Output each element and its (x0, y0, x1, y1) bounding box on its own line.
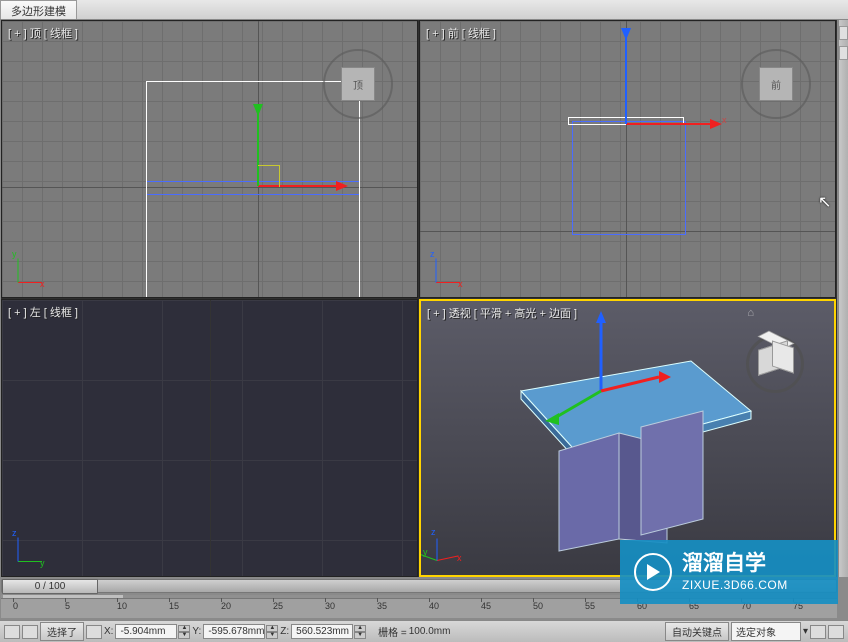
z-label: Z: (280, 626, 289, 637)
viewport-label[interactable]: [ + ] 前 [ 线框 ] (426, 25, 496, 41)
time-thumb[interactable]: 0 / 100 (2, 579, 98, 594)
tab-polymodel[interactable]: 多边形建模 (0, 0, 77, 19)
viewport-left[interactable]: [ + ] 左 [ 线框 ] y z (1, 299, 418, 577)
coord-z-spinner[interactable]: 560.523mm▲▼ (291, 624, 366, 639)
home-icon[interactable]: ⌂ (747, 307, 754, 319)
viewcube[interactable]: 前 (741, 49, 811, 119)
watermark: 溜溜自学 ZIXUE.3D66.COM (620, 540, 838, 604)
auto-key-button[interactable]: 自动关键点 (665, 622, 729, 641)
object-edge (572, 121, 686, 235)
viewport-front[interactable]: [ + ] 前 [ 线框 ] 前 x x z (419, 20, 836, 298)
lock-icon[interactable] (86, 625, 102, 639)
move-gizmo[interactable] (626, 124, 627, 125)
corner-axis: y z (14, 528, 52, 566)
status-bar: 选择了 X: -5.904mm▲▼ Y: -595.678mm▲▼ Z: 560… (0, 620, 848, 642)
grid-label: 栅格 = (378, 624, 407, 639)
coord-x-spinner[interactable]: -5.904mm▲▼ (115, 624, 190, 639)
selected-button[interactable]: 选择了 (40, 622, 84, 641)
move-gizmo[interactable] (258, 186, 259, 187)
axis-x-label: x (722, 115, 727, 125)
panel-icon[interactable] (839, 26, 848, 40)
play-prev-icon[interactable] (828, 625, 844, 639)
dropdown-icon[interactable]: ▾ (803, 626, 808, 637)
viewport-grid: [ + ] 顶 [ 线框 ] 顶 x y [ + ] 前 [ 线框 ] (1, 20, 837, 577)
x-label: X: (104, 626, 113, 637)
viewcube[interactable] (740, 329, 810, 399)
script-listener-icon[interactable] (4, 625, 20, 639)
viewport-top[interactable]: [ + ] 顶 [ 线框 ] 顶 x y (1, 20, 418, 298)
watermark-title: 溜溜自学 (682, 551, 788, 577)
viewport-label[interactable]: [ + ] 顶 [ 线框 ] (8, 25, 78, 41)
y-label: Y: (192, 626, 201, 637)
prompt-icon[interactable] (22, 625, 38, 639)
viewport-label[interactable]: [ + ] 左 [ 线框 ] (8, 304, 78, 320)
corner-axis: x y z (433, 527, 471, 565)
corner-axis: x z (432, 249, 470, 287)
panel-icon[interactable] (839, 46, 848, 60)
grid-value: 100.0mm (409, 626, 451, 637)
viewport-label[interactable]: [ + ] 透视 [ 平滑 + 高光 + 边面 ] (427, 305, 577, 321)
viewcube[interactable]: 顶 (323, 49, 393, 119)
watermark-sub: ZIXUE.3D66.COM (682, 578, 788, 593)
tab-bar: 多边形建模 (0, 0, 848, 20)
viewport-perspective[interactable]: [ + ] 透视 [ 平滑 + 高光 + 边面 ] ⌂ x (419, 299, 836, 577)
selection-filter[interactable]: 选定对象 (731, 622, 801, 641)
command-panel-collapsed[interactable] (838, 20, 848, 577)
coord-y-spinner[interactable]: -595.678mm▲▼ (203, 624, 278, 639)
axis-v (210, 300, 211, 576)
play-icon (634, 553, 672, 591)
corner-axis: x y (14, 249, 52, 287)
move-gizmo[interactable] (541, 311, 681, 441)
play-start-icon[interactable] (810, 625, 826, 639)
